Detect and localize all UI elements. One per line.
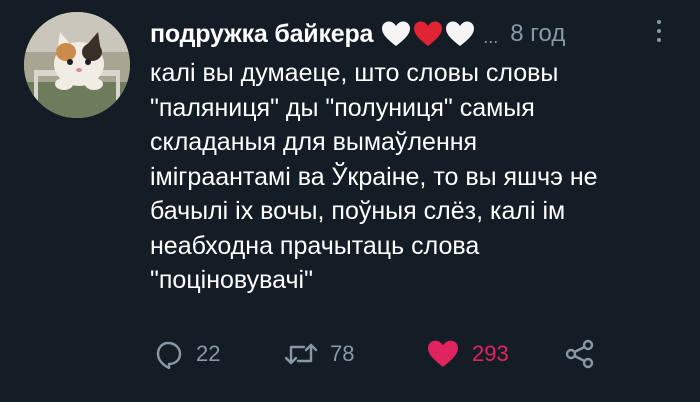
action-bar: 22 78 293 xyxy=(150,334,690,374)
name-ellipsis: ... xyxy=(483,26,499,47)
retweet-icon xyxy=(284,343,318,365)
tweet-text-line: неабходна прачытаць слова xyxy=(150,231,480,260)
share-icon xyxy=(565,339,594,369)
name-emoji xyxy=(381,20,475,48)
more-vertical-icon[interactable] xyxy=(652,20,666,46)
avatar[interactable] xyxy=(24,12,130,118)
tweet-text-line: бачылі іх вочы, поўныя слёз, калі ім xyxy=(150,197,566,225)
tweet-text-line: іміграантамі ва Ўкраіне, то вы яшчэ не xyxy=(150,162,598,191)
tweet-text-line: "поціновувачі" xyxy=(150,266,313,294)
share-button[interactable] xyxy=(564,334,596,374)
like-button[interactable]: 293 xyxy=(426,334,509,374)
tweet-text-line: калі вы думаеце, што словы словы xyxy=(150,59,559,87)
tweet[interactable]: подружка байкера ... 8 год калі вы думае… xyxy=(0,0,700,402)
tweet-text-line: складаныя для вымаўлення xyxy=(150,128,478,156)
timestamp[interactable]: 8 год xyxy=(510,20,565,48)
white-heart-icon xyxy=(446,21,475,46)
reply-button[interactable]: 22 xyxy=(154,334,220,374)
cat-avatar-image xyxy=(24,12,130,118)
reply-count: 22 xyxy=(196,341,221,366)
reply-icon xyxy=(156,341,182,369)
like-count: 293 xyxy=(472,341,509,366)
tweet-header: подружка байкера ... 8 год xyxy=(150,14,565,54)
heart-icon xyxy=(428,340,458,367)
red-heart-icon xyxy=(414,21,443,46)
tweet-text: калі вы думаеце, што словы словы "паляни… xyxy=(150,56,680,298)
retweet-count: 78 xyxy=(330,341,355,366)
tweet-text-line: "паляниця" ды "полуниця" самыя xyxy=(150,93,535,122)
retweet-button[interactable]: 78 xyxy=(284,334,354,374)
white-heart-icon xyxy=(382,21,411,46)
author-name[interactable]: подружка байкера xyxy=(150,20,373,49)
